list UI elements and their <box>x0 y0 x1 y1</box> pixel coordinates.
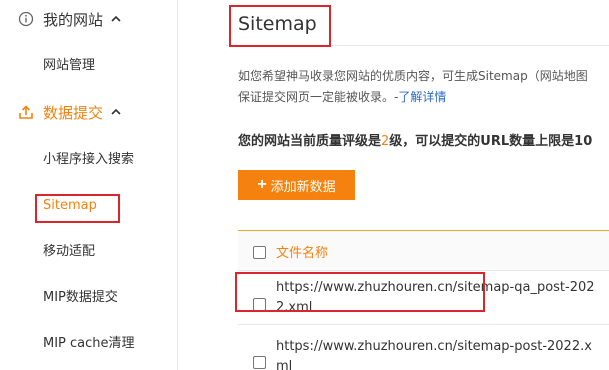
learn-more-link[interactable]: 了解详情 <box>398 90 446 104</box>
info-circle-icon <box>18 11 34 27</box>
quality-notice: 您的网站当前质量评级是2级，可以提交的URL数量上限是10 <box>238 130 592 149</box>
description-line-2-text: 保证提交网页一定能被收录。- <box>238 90 399 104</box>
add-new-data-button[interactable]: + 添加新数据 <box>238 170 355 200</box>
row-filename[interactable]: https://www.zhuzhouren.cn/sitemap-post-2… <box>276 337 598 370</box>
sidebar-item-mini-program[interactable]: 小程序接入搜索 <box>43 150 134 170</box>
sidebar-item-site-management[interactable]: 网站管理 <box>43 56 95 76</box>
sidebar-group-data-submit[interactable]: 数据提交 <box>18 100 122 124</box>
sidebar: 我的网站 网站管理 数据提交 小程序接入搜索 Sitemap 移动适配 MIP数… <box>0 0 178 370</box>
sitemap-page: 我的网站 网站管理 数据提交 小程序接入搜索 Sitemap 移动适配 MIP数… <box>0 0 609 370</box>
description: 如您希望神马收录您网站的优质内容，可生成Sitemap（网站地图 保证提交网页一… <box>238 66 609 108</box>
chevron-up-icon <box>110 106 122 118</box>
sidebar-group-label: 数据提交 <box>43 103 104 122</box>
quality-prefix: 您的网站当前质量评级是 <box>238 134 382 149</box>
upload-icon <box>18 104 34 120</box>
row-checkbox[interactable] <box>253 356 266 369</box>
main-content: Sitemap 如您希望神马收录您网站的优质内容，可生成Sitemap（网站地图… <box>179 0 609 370</box>
sidebar-item-sitemap[interactable]: Sitemap <box>43 196 97 216</box>
column-header-filename: 文件名称 <box>276 246 329 261</box>
select-all-checkbox[interactable] <box>253 246 266 259</box>
table-row: https://www.zhuzhouren.cn/sitemap-qa_pos… <box>238 271 609 325</box>
quality-suffix: 级，可以提交的URL数量上限是10 <box>389 134 593 149</box>
table-header: 文件名称 <box>238 230 609 271</box>
chevron-up-icon <box>110 13 122 25</box>
description-line-2: 保证提交网页一定能被收录。-了解详情 <box>238 87 609 108</box>
row-checkbox[interactable] <box>253 298 266 311</box>
sidebar-item-mobile-adapt[interactable]: 移动适配 <box>43 242 95 262</box>
sidebar-item-mip-cache[interactable]: MIP cache清理 <box>43 334 135 354</box>
plus-icon: + <box>257 176 267 193</box>
row-filename[interactable]: https://www.zhuzhouren.cn/sitemap-qa_pos… <box>276 278 598 318</box>
description-line-1: 如您希望神马收录您网站的优质内容，可生成Sitemap（网站地图 <box>238 69 588 83</box>
page-title: Sitemap <box>238 13 317 35</box>
table-row: https://www.zhuzhouren.cn/sitemap-post-2… <box>238 325 609 370</box>
sidebar-group-my-site[interactable]: 我的网站 <box>18 7 122 31</box>
title-divider <box>225 45 609 46</box>
sidebar-item-mip-submit[interactable]: MIP数据提交 <box>43 288 118 308</box>
sidebar-group-label: 我的网站 <box>43 10 104 29</box>
add-button-label: 添加新数据 <box>270 178 336 194</box>
